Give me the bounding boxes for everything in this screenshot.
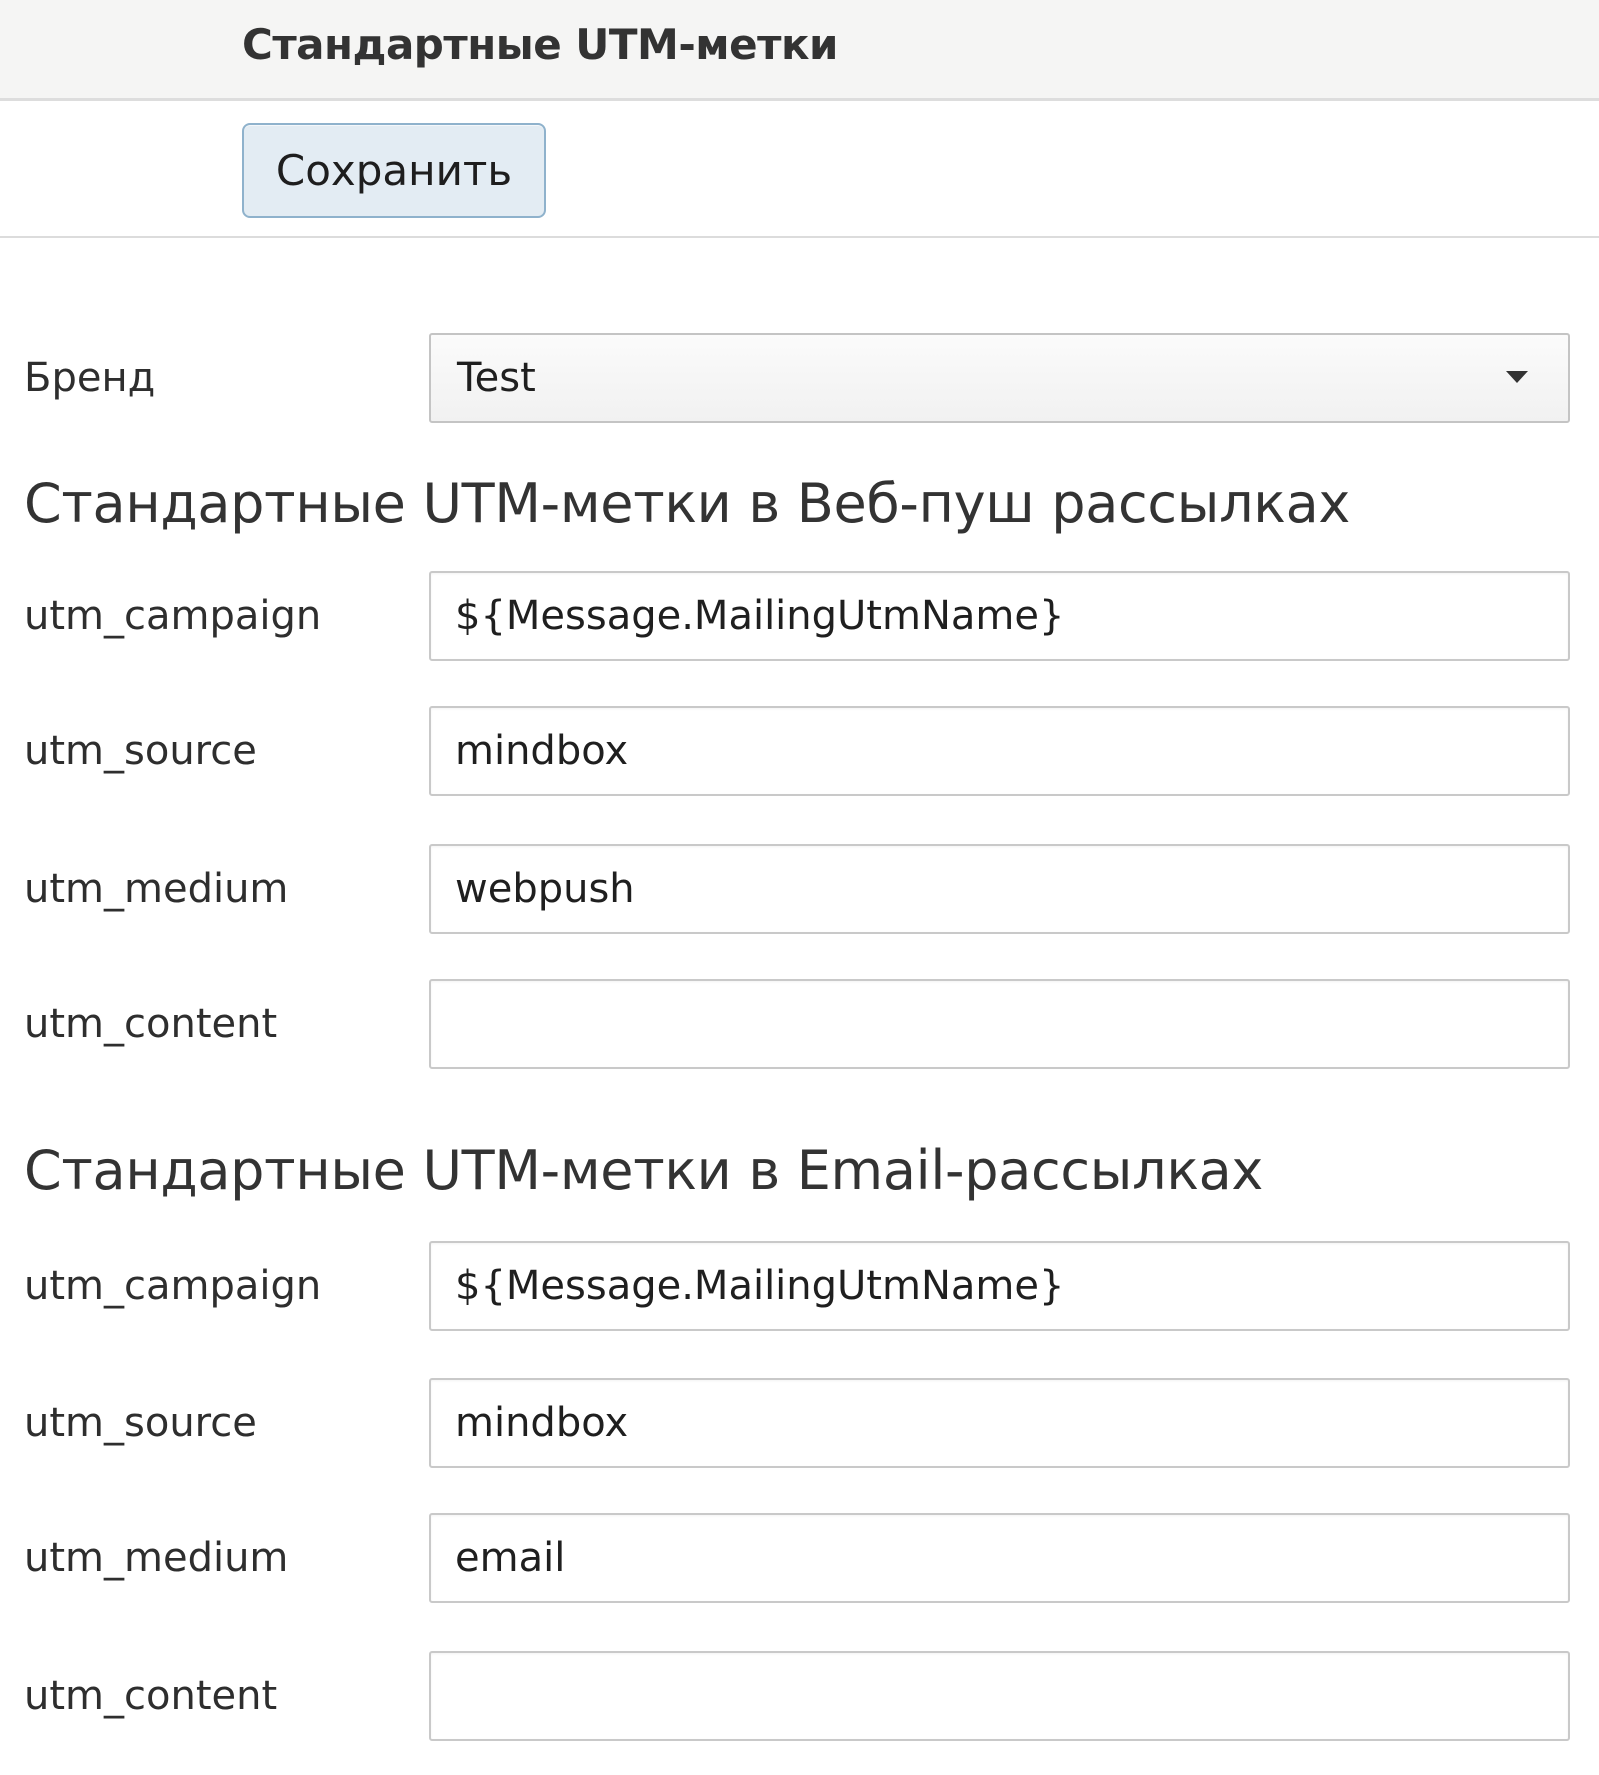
page-title: Стандартные UTM-метки [242,20,838,69]
page-header: Стандартные UTM-метки [0,0,1599,101]
email-utm-content-label: utm_content [24,1673,278,1719]
webpush-utm-medium-label: utm_medium [24,866,289,912]
brand-select-value: Test [457,355,536,401]
brand-row: Бренд Test [0,333,1599,423]
email-section-title: Стандартные UTM-метки в Email-рассылках [24,1139,1264,1202]
webpush-medium-row: utm_medium [0,844,1599,934]
webpush-utm-source-label: utm_source [24,728,257,774]
webpush-utm-campaign-label: utm_campaign [24,593,322,639]
brand-label: Бренд [24,355,156,401]
webpush-source-row: utm_source [0,706,1599,796]
email-campaign-row: utm_campaign [0,1241,1599,1331]
email-medium-row: utm_medium [0,1513,1599,1603]
webpush-utm-medium-input[interactable] [429,844,1570,934]
toolbar: Сохранить [0,101,1599,238]
chevron-down-icon [1506,371,1528,383]
utm-settings-page: Стандартные UTM-метки Сохранить Бренд Te… [0,0,1599,1775]
webpush-content-row: utm_content [0,979,1599,1069]
email-utm-medium-label: utm_medium [24,1535,289,1581]
email-utm-medium-input[interactable] [429,1513,1570,1603]
webpush-utm-source-input[interactable] [429,706,1570,796]
email-source-row: utm_source [0,1378,1599,1468]
webpush-section-title: Стандартные UTM-метки в Веб-пуш рассылка… [24,472,1351,535]
webpush-utm-campaign-input[interactable] [429,571,1570,661]
email-utm-campaign-input[interactable] [429,1241,1570,1331]
webpush-utm-content-label: utm_content [24,1001,278,1047]
email-utm-campaign-label: utm_campaign [24,1263,322,1309]
email-utm-source-input[interactable] [429,1378,1570,1468]
email-utm-source-label: utm_source [24,1400,257,1446]
webpush-utm-content-input[interactable] [429,979,1570,1069]
brand-select[interactable]: Test [429,333,1570,423]
webpush-campaign-row: utm_campaign [0,571,1599,661]
save-button[interactable]: Сохранить [242,123,546,218]
email-content-row: utm_content [0,1651,1599,1741]
email-utm-content-input[interactable] [429,1651,1570,1741]
